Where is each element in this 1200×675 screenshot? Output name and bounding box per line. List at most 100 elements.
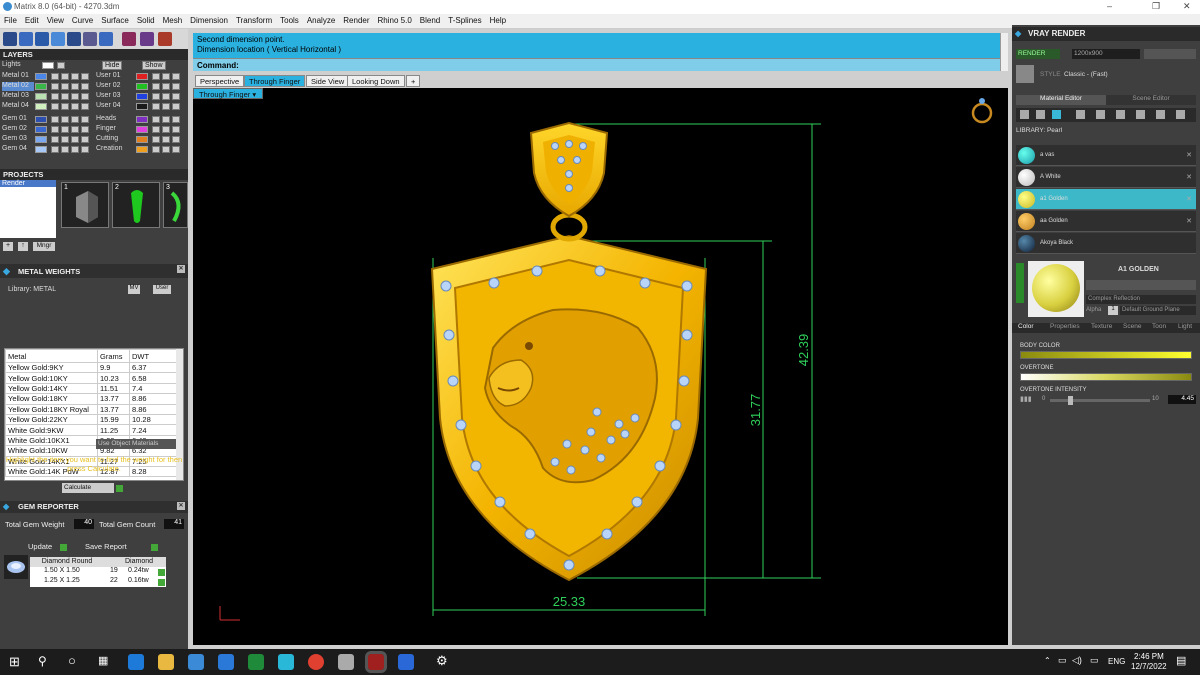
windows-start-icon[interactable]: ⊞ — [9, 654, 20, 670]
material-tool-icon[interactable] — [1136, 110, 1145, 119]
battery-icon[interactable]: ▭ — [1090, 655, 1099, 666]
layer-print-icon[interactable] — [71, 83, 79, 90]
layer-row[interactable]: User 03 — [96, 92, 186, 101]
close-icon[interactable]: ✕ — [1186, 217, 1192, 225]
layer-print-icon[interactable] — [71, 103, 79, 110]
layer-color-swatch[interactable] — [35, 73, 47, 80]
menu-mesh[interactable]: Mesh — [159, 14, 187, 25]
material-item[interactable]: Akoya Black — [1016, 233, 1196, 254]
layer-row[interactable]: User 02 — [96, 82, 186, 91]
render-tool-icon[interactable] — [122, 32, 136, 46]
layer-x-icon[interactable] — [172, 146, 180, 153]
layer-eye-icon[interactable] — [51, 136, 59, 143]
material-item[interactable]: aa Golden ✕ — [1016, 211, 1196, 232]
material-tool-icon[interactable] — [1076, 110, 1085, 119]
close-icon[interactable]: ✕ — [1186, 195, 1192, 203]
project-thumb-1[interactable]: 1 — [61, 182, 109, 228]
close-icon[interactable]: ✕ — [177, 265, 185, 273]
table-row[interactable]: Yellow Gold:22KY 15.99 10.28 — [5, 413, 177, 426]
column-header[interactable]: DWT — [129, 349, 177, 363]
material-tool-icon[interactable] — [35, 32, 49, 46]
table-row[interactable]: Yellow Gold:18KY Royal 13.77 8.86 — [5, 403, 177, 415]
material-tool-icon[interactable] — [1052, 110, 1061, 119]
menu-analyze[interactable]: Analyze — [303, 14, 339, 25]
layer-eye-icon[interactable] — [152, 126, 160, 133]
user-button[interactable]: User — [153, 285, 171, 294]
widgets-icon[interactable]: ▦ — [98, 654, 108, 667]
matrix-icon[interactable] — [365, 651, 387, 673]
menu-solid[interactable]: Solid — [133, 14, 159, 25]
layer-x-icon[interactable] — [172, 136, 180, 143]
layer-eye-icon[interactable] — [51, 93, 59, 100]
menu-surface[interactable]: Surface — [97, 14, 133, 25]
layer-row[interactable]: User 01 — [96, 72, 186, 81]
layer-color-swatch[interactable] — [136, 83, 148, 90]
layer-x-icon[interactable] — [172, 126, 180, 133]
menu-blend[interactable]: Blend — [416, 14, 444, 25]
hide-button[interactable]: Hide — [102, 61, 123, 70]
layer-x-icon[interactable] — [81, 146, 89, 153]
layer-x-icon[interactable] — [81, 83, 89, 90]
layer-x-icon[interactable] — [172, 93, 180, 100]
material-item[interactable]: A White ✕ — [1016, 167, 1196, 188]
intensity-slider[interactable] — [1050, 396, 1150, 405]
layer-lock-icon[interactable] — [61, 73, 69, 80]
layer-eye-icon[interactable] — [152, 93, 160, 100]
layer-lock-icon[interactable] — [162, 116, 170, 123]
preview-expand-handle[interactable] — [1016, 263, 1024, 303]
task-view-icon[interactable]: ○ — [68, 653, 76, 668]
layer-lock-icon[interactable] — [162, 126, 170, 133]
layer-color-swatch[interactable] — [35, 93, 47, 100]
layer-lock-icon[interactable] — [61, 83, 69, 90]
layer-color-swatch[interactable] — [136, 73, 148, 80]
layer-row[interactable]: Gem 04 — [2, 145, 94, 154]
prop-tab-properties[interactable]: Properties — [1050, 323, 1080, 330]
material-tool-icon[interactable] — [1036, 110, 1045, 119]
render-button[interactable]: RENDER — [1016, 49, 1060, 59]
network-icon[interactable]: ▭ — [1058, 655, 1067, 666]
layer-eye-icon[interactable] — [152, 83, 160, 90]
mv-button[interactable]: MV — [128, 285, 140, 294]
close-icon[interactable]: ✕ — [1183, 1, 1191, 12]
tab-scene-editor[interactable]: Scene Editor — [1106, 95, 1196, 105]
maximize-icon[interactable]: ❐ — [1152, 1, 1160, 12]
mail-icon[interactable] — [218, 654, 234, 670]
command-input[interactable]: Command: — [193, 58, 1008, 71]
notification-icon[interactable]: ▤ — [1176, 654, 1186, 667]
layer-lock-icon[interactable] — [162, 73, 170, 80]
column-header[interactable]: Metal — [5, 349, 98, 363]
rhino-icon[interactable] — [338, 654, 354, 670]
layer-row[interactable]: Gem 02 — [2, 125, 94, 134]
overtone-slider[interactable] — [1020, 373, 1192, 381]
material-tool-icon[interactable] — [1020, 110, 1029, 119]
prop-tab-color[interactable]: Color — [1018, 323, 1034, 330]
menu-curve[interactable]: Curve — [68, 14, 97, 25]
tab-material-editor[interactable]: Material Editor — [1016, 95, 1106, 105]
layer-color-swatch[interactable] — [35, 83, 47, 90]
layer-row[interactable]: Metal 04 — [2, 102, 94, 111]
search-icon[interactable]: ⚲ — [38, 654, 47, 668]
viewport[interactable]: 25.33 42.39 31.77 Through Finger ▾ — [193, 88, 1008, 645]
clock-date[interactable]: 12/7/2022 — [1131, 662, 1167, 671]
gem-row-button[interactable] — [158, 578, 165, 587]
close-icon[interactable]: ✕ — [1186, 151, 1192, 159]
layer-eye-icon[interactable] — [152, 103, 160, 110]
language-indicator[interactable]: ENG — [1108, 657, 1125, 666]
command-scrollbar[interactable] — [1000, 33, 1008, 71]
project-item-render[interactable]: Render — [0, 180, 56, 187]
project-thumb-3[interactable]: 3 — [163, 182, 188, 228]
layer-x-icon[interactable] — [81, 126, 89, 133]
tab-perspective[interactable]: Perspective — [195, 75, 245, 87]
layer-color-swatch[interactable] — [35, 116, 47, 123]
gem-row-button[interactable] — [158, 568, 165, 577]
close-icon[interactable]: ✕ — [177, 502, 185, 510]
layer-eye-icon[interactable] — [51, 146, 59, 153]
material-tool-icon[interactable] — [1096, 110, 1105, 119]
layer-eye-icon[interactable] — [152, 146, 160, 153]
menu-transform[interactable]: Transform — [232, 14, 276, 25]
layer-eye-icon[interactable] — [152, 73, 160, 80]
layer-x-icon[interactable] — [81, 103, 89, 110]
use-object-materials-button[interactable]: Use Object Materials — [96, 439, 176, 449]
snap-tool-icon[interactable] — [51, 32, 65, 46]
zoho-icon[interactable] — [398, 654, 414, 670]
